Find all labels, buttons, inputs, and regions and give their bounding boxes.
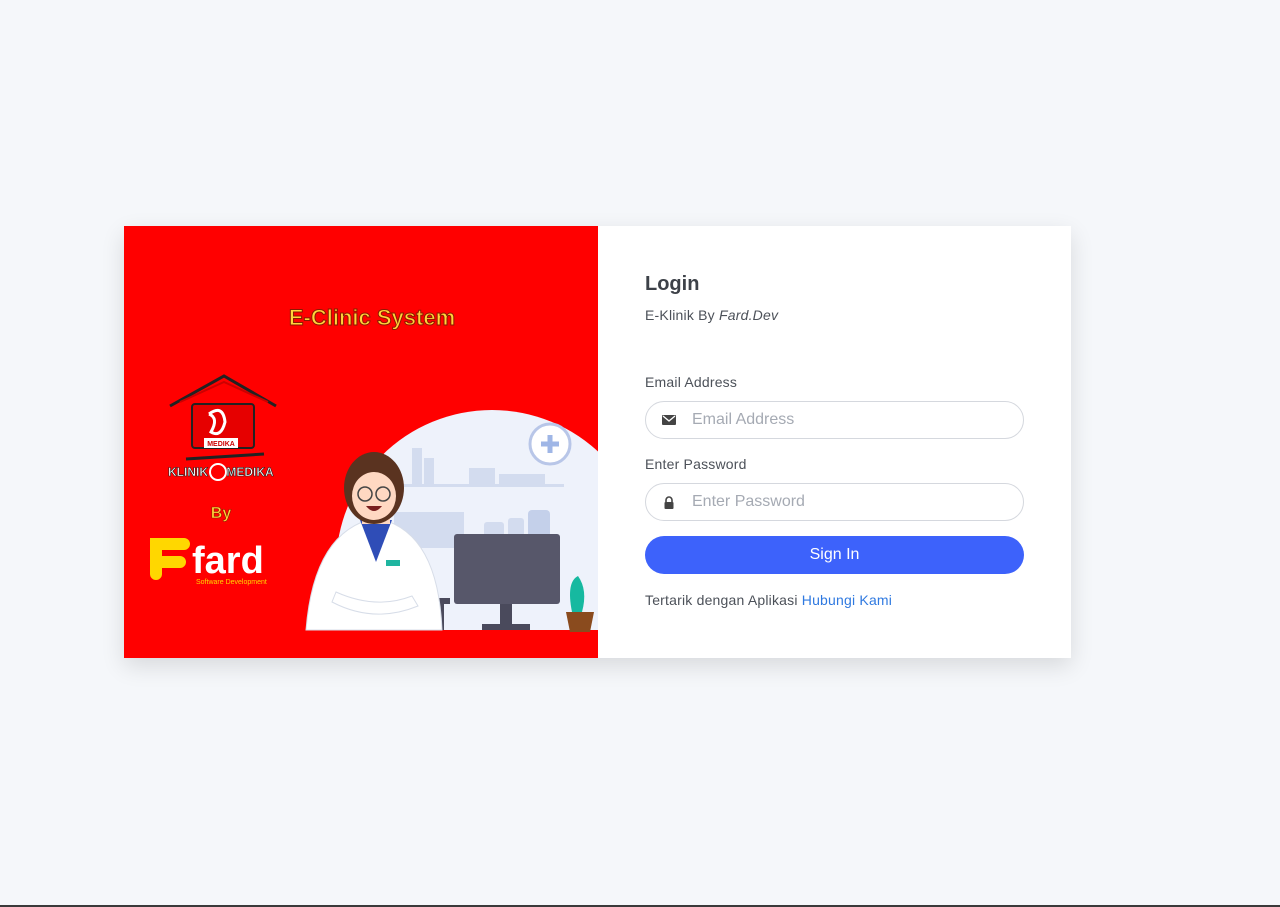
login-subtitle: E-Klinik By Fard.Dev bbox=[645, 307, 778, 323]
password-field[interactable] bbox=[645, 483, 1024, 521]
doctor-office-illustration bbox=[244, 410, 598, 658]
email-label: Email Address bbox=[645, 374, 738, 390]
banner-heading: E-Clinic System bbox=[289, 305, 455, 330]
klinik-medika-logo: MEDIKA KLINIK MEDIKA bbox=[168, 374, 277, 481]
email-input[interactable] bbox=[692, 402, 1023, 438]
login-card: E-Clinic System MEDIKA KLINIK MEDIKA By … bbox=[124, 226, 1071, 658]
contact-prompt: Tertarik dengan Aplikasi Hubungi Kami bbox=[645, 592, 892, 608]
brand-name: fard bbox=[192, 540, 264, 582]
clinic-banner: E-Clinic System MEDIKA KLINIK MEDIKA By … bbox=[124, 226, 598, 658]
contact-prompt-text: Tertarik dengan Aplikasi bbox=[645, 592, 798, 608]
sign-in-button[interactable]: Sign In bbox=[645, 536, 1024, 574]
password-input[interactable] bbox=[692, 484, 1023, 520]
banner-illustration: E-Clinic System MEDIKA KLINIK MEDIKA By … bbox=[150, 305, 598, 658]
by-label: By bbox=[211, 505, 232, 522]
brand-tagline: Software Development bbox=[196, 579, 267, 586]
password-label: Enter Password bbox=[645, 456, 747, 472]
subtitle-prefix: E-Klinik By bbox=[645, 307, 715, 323]
envelope-icon bbox=[646, 415, 692, 425]
fard-logo: fard Software Development bbox=[150, 538, 267, 586]
lock-icon bbox=[646, 495, 692, 509]
svg-text:KLINIK: KLINIK bbox=[168, 465, 208, 479]
svg-text:MEDIKA: MEDIKA bbox=[226, 465, 274, 479]
svg-text:MEDIKA: MEDIKA bbox=[207, 441, 235, 448]
email-field[interactable] bbox=[645, 401, 1024, 439]
login-form-pane: Login E-Klinik By Fard.Dev Email Address… bbox=[598, 226, 1071, 658]
contact-us-link[interactable]: Hubungi Kami bbox=[802, 592, 892, 608]
login-title: Login bbox=[645, 273, 700, 295]
subtitle-brand: Fard.Dev bbox=[718, 307, 779, 323]
